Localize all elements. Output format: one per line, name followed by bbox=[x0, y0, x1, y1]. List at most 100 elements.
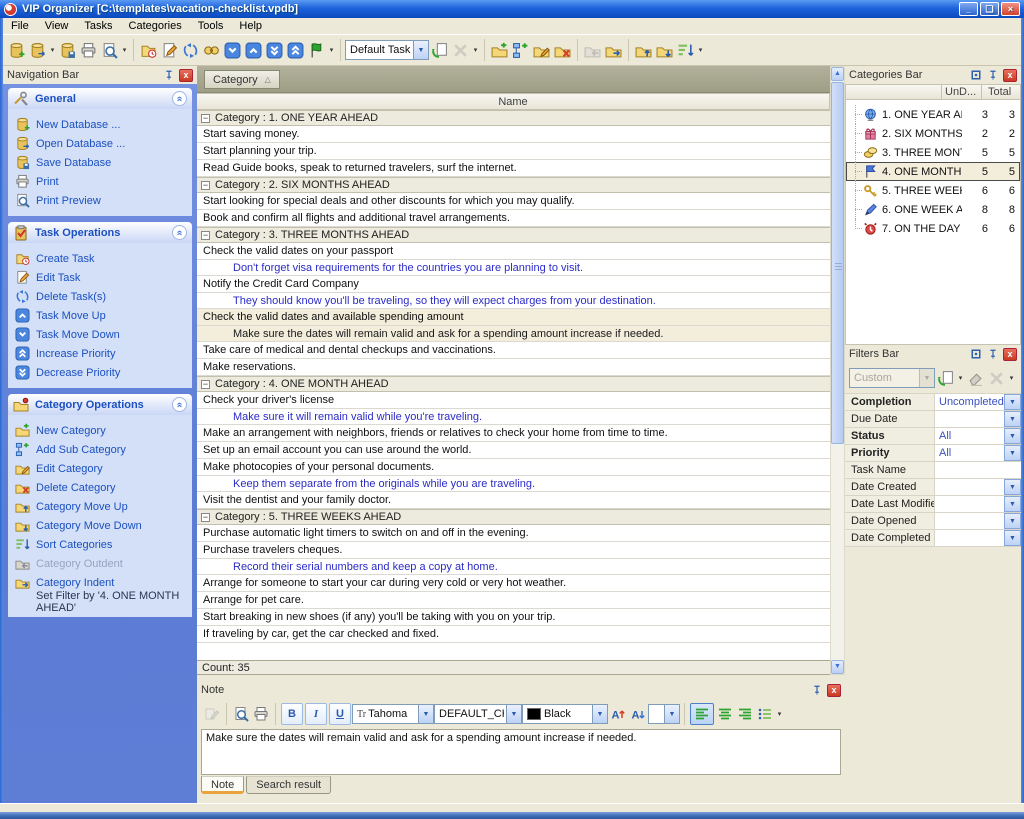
filter-preset-combo[interactable]: Custom▼ bbox=[849, 368, 935, 388]
menu-help[interactable]: Help bbox=[231, 18, 270, 34]
nav-item-sort-categories[interactable]: Sort Categories bbox=[15, 535, 190, 554]
category-group-row[interactable]: −Category : 4. ONE MONTH AHEAD bbox=[197, 376, 830, 392]
chevron-down-icon[interactable]: ▼ bbox=[1004, 394, 1021, 410]
task-row[interactable]: Read Guide books, speak to returned trav… bbox=[197, 160, 830, 177]
filter-value[interactable]: Uncompleted bbox=[935, 394, 1004, 410]
close-icon[interactable]: x bbox=[179, 69, 193, 82]
collapse-icon[interactable]: − bbox=[201, 513, 210, 522]
pin-icon[interactable] bbox=[986, 348, 1000, 361]
collapse-chevron-icon[interactable]: » bbox=[172, 397, 187, 412]
filter-value[interactable] bbox=[935, 462, 1021, 478]
menu-file[interactable]: File bbox=[3, 18, 37, 34]
font-name-combo[interactable]: TrTahoma▼ bbox=[352, 704, 434, 724]
set-filter-button[interactable] bbox=[306, 38, 327, 62]
task-note-row[interactable]: Keep them separate from the originals wh… bbox=[197, 476, 830, 492]
close-button[interactable]: × bbox=[1001, 2, 1020, 16]
filter-value[interactable]: All bbox=[935, 445, 1004, 461]
nav-item-category-outdent[interactable]: Category Outdent bbox=[15, 554, 190, 573]
delete-task-button[interactable] bbox=[180, 38, 201, 62]
print-button[interactable] bbox=[78, 38, 99, 62]
nav-item-new-database[interactable]: New Database ... bbox=[15, 115, 190, 134]
task-row[interactable]: Start breaking in new shoes (if any) you… bbox=[197, 609, 830, 626]
collapse-icon[interactable]: − bbox=[201, 231, 210, 240]
task-row[interactable]: Book and confirm all flights and additio… bbox=[197, 210, 830, 227]
increase-priority-button[interactable] bbox=[285, 38, 306, 62]
clear-filter-button[interactable] bbox=[965, 366, 986, 390]
filter-value[interactable] bbox=[935, 411, 1004, 427]
nav-item-category-move-down[interactable]: Category Move Down bbox=[15, 516, 190, 535]
filter-value[interactable] bbox=[935, 530, 1004, 546]
nav-item-delete-task-s[interactable]: Delete Task(s) bbox=[15, 287, 190, 306]
category-group-row[interactable]: −Category : 5. THREE WEEKS AHEAD bbox=[197, 509, 830, 525]
category-group-row[interactable]: −Category : 2. SIX MONTHS AHEAD bbox=[197, 177, 830, 193]
nav-item-task-move-up[interactable]: Task Move Up bbox=[15, 306, 190, 325]
category-tree-item[interactable]: 6. ONE WEEK AHEAD88 bbox=[846, 200, 1020, 219]
restore-button[interactable]: ❏ bbox=[980, 2, 999, 16]
chevron-down-icon[interactable]: ▾ bbox=[956, 374, 965, 382]
collapse-chevron-icon[interactable]: » bbox=[172, 225, 187, 240]
chevron-down-icon[interactable]: ▼ bbox=[506, 705, 521, 723]
menu-view[interactable]: View bbox=[37, 18, 77, 34]
nav-section-header[interactable]: General» bbox=[8, 88, 192, 109]
task-row[interactable]: Check your driver's license bbox=[197, 392, 830, 409]
category-tree-item[interactable]: 2. SIX MONTHS AHEAD22 bbox=[846, 124, 1020, 143]
task-row[interactable]: Make photocopies of your personal docume… bbox=[197, 459, 830, 476]
nav-item-delete-category[interactable]: Delete Category bbox=[15, 478, 190, 497]
task-row[interactable]: Start looking for special deals and othe… bbox=[197, 193, 830, 210]
shrink-font-button[interactable]: A bbox=[628, 703, 648, 725]
menu-categories[interactable]: Categories bbox=[121, 18, 190, 34]
undone-column[interactable]: UnD... bbox=[942, 85, 982, 99]
task-note-row[interactable]: Make sure it will remain valid while you… bbox=[197, 409, 830, 425]
nav-item-increase-priority[interactable]: Increase Priority bbox=[15, 344, 190, 363]
task-row[interactable]: Arrange for someone to start your car du… bbox=[197, 575, 830, 592]
nav-item-edit-category[interactable]: Edit Category bbox=[15, 459, 190, 478]
pin-icon[interactable] bbox=[986, 69, 1000, 82]
nav-item-open-database[interactable]: Open Database ... bbox=[15, 134, 190, 153]
align-right-button[interactable] bbox=[735, 703, 755, 725]
category-outdent-button[interactable] bbox=[582, 38, 603, 62]
nav-item-add-sub-category[interactable]: Add Sub Category bbox=[15, 440, 190, 459]
task-row[interactable]: Start saving money. bbox=[197, 126, 830, 143]
chevron-down-icon[interactable]: ▼ bbox=[418, 705, 433, 723]
category-move-up-button[interactable] bbox=[633, 38, 654, 62]
task-note-row[interactable]: They should know you'll be traveling, so… bbox=[197, 293, 830, 309]
create-task-button[interactable] bbox=[138, 38, 159, 62]
nav-item-task-move-down[interactable]: Task Move Down bbox=[15, 325, 190, 344]
note-print-preview-button[interactable] bbox=[231, 703, 251, 725]
task-row[interactable]: Make reservations. bbox=[197, 359, 830, 376]
scroll-up-icon[interactable]: ▲ bbox=[831, 67, 844, 81]
category-column[interactable] bbox=[846, 85, 942, 99]
category-tree-item[interactable]: 4. ONE MONTH AHEAD55 bbox=[846, 162, 1020, 181]
task-row[interactable]: Check the valid dates and available spen… bbox=[197, 309, 830, 326]
chevron-down-icon[interactable]: ▼ bbox=[1004, 496, 1021, 512]
nav-item-save-database[interactable]: Save Database bbox=[15, 153, 190, 172]
delete-category-button[interactable] bbox=[552, 38, 573, 62]
chevron-down-icon[interactable]: ▼ bbox=[664, 705, 679, 723]
task-row[interactable]: If traveling by car, get the car checked… bbox=[197, 626, 830, 643]
menu-tasks[interactable]: Tasks bbox=[76, 18, 120, 34]
close-icon[interactable]: x bbox=[1003, 348, 1017, 361]
close-icon[interactable]: x bbox=[1003, 69, 1017, 82]
float-panel-icon[interactable] bbox=[969, 348, 983, 361]
close-icon[interactable]: x bbox=[827, 684, 841, 697]
collapse-icon[interactable]: − bbox=[201, 114, 210, 123]
chevron-down-icon[interactable]: ▼ bbox=[592, 705, 607, 723]
align-left-button[interactable] bbox=[690, 703, 714, 725]
chevron-down-icon[interactable]: ▼ bbox=[1004, 428, 1021, 444]
font-size-combo[interactable]: ▼ bbox=[648, 704, 680, 724]
delete-filter-button[interactable] bbox=[986, 366, 1007, 390]
nav-item-category-move-up[interactable]: Category Move Up bbox=[15, 497, 190, 516]
pin-icon[interactable] bbox=[810, 684, 824, 697]
task-view-combo[interactable]: Default Task V▼ bbox=[345, 40, 429, 60]
edit-category-button[interactable] bbox=[531, 38, 552, 62]
task-note-row[interactable]: Don't forget visa requirements for the c… bbox=[197, 260, 830, 276]
tab-search-result[interactable]: Search result bbox=[246, 776, 331, 794]
minimize-button[interactable]: _ bbox=[959, 2, 978, 16]
chevron-down-icon[interactable]: ▼ bbox=[1004, 479, 1021, 495]
filter-value[interactable] bbox=[935, 479, 1004, 495]
task-row[interactable]: Check the valid dates on your passport bbox=[197, 243, 830, 260]
sort-categories-button[interactable] bbox=[675, 38, 696, 62]
print-preview-button[interactable] bbox=[99, 38, 120, 62]
category-group-row[interactable]: −Category : 1. ONE YEAR AHEAD bbox=[197, 110, 830, 126]
filter-value[interactable]: All bbox=[935, 428, 1004, 444]
